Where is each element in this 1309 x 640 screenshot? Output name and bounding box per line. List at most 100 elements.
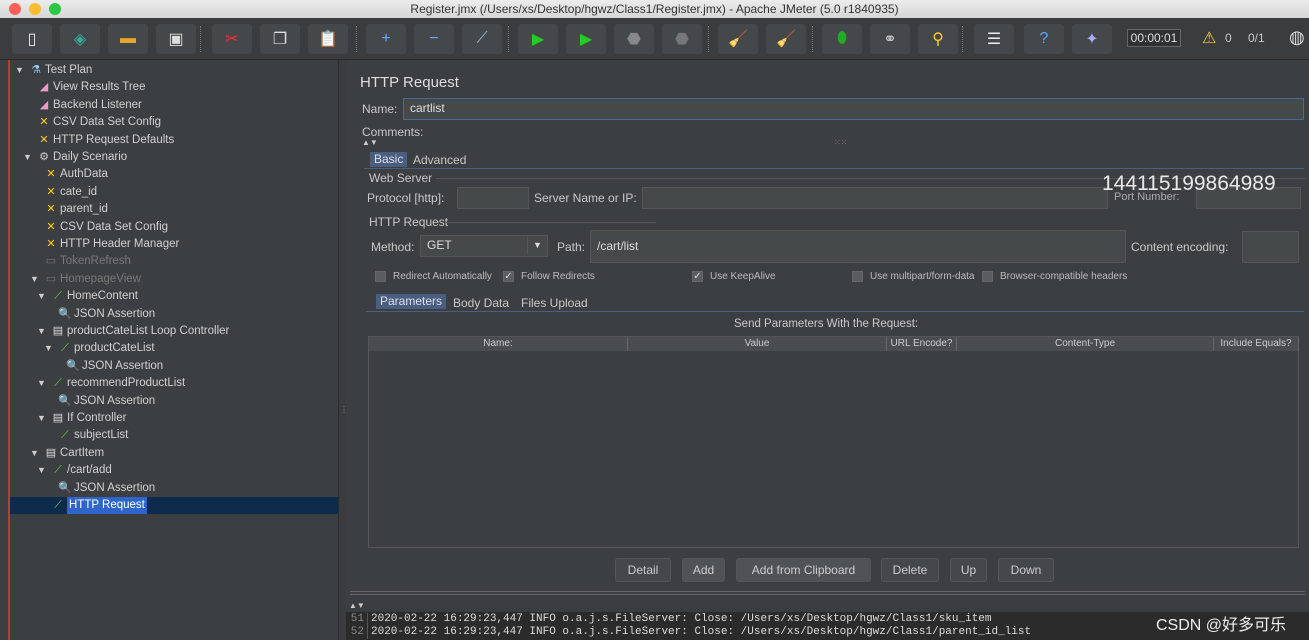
collapse-button[interactable]: − bbox=[414, 24, 454, 54]
start-no-pauses-button[interactable]: ▶ bbox=[566, 24, 606, 54]
line-number: 52 bbox=[346, 626, 368, 639]
copy-button[interactable]: ❐ bbox=[260, 24, 300, 54]
tab-parameters[interactable]: Parameters bbox=[376, 294, 447, 309]
start-button[interactable]: ▶ bbox=[518, 24, 558, 54]
expand-arrow-icon[interactable]: ▼ bbox=[30, 271, 39, 288]
tree-item[interactable]: ◢ Backend Listener bbox=[10, 97, 340, 114]
name-input[interactable]: cartlist bbox=[403, 98, 1304, 120]
method-select[interactable]: GET ▼ bbox=[420, 235, 548, 257]
tree-item[interactable]: ▼ ⟋ /cart/add bbox=[10, 462, 340, 479]
tree-item[interactable]: ⟋ subjectList bbox=[10, 427, 340, 444]
new-button[interactable]: ▯ bbox=[12, 24, 52, 54]
tree-item[interactable]: 🔍 JSON Assertion bbox=[10, 306, 340, 323]
tree-item[interactable]: ▼ ⟋ productCateList bbox=[10, 340, 340, 357]
resize-grip-icon[interactable]: ⁙⁙ bbox=[834, 138, 847, 147]
stop-button[interactable]: ⬣ bbox=[614, 24, 654, 54]
maximize-window-button[interactable] bbox=[49, 3, 61, 15]
minimize-window-button[interactable] bbox=[29, 3, 41, 15]
expand-arrow-icon[interactable]: ▼ bbox=[37, 375, 46, 392]
warning-icon[interactable]: ⚠ bbox=[1202, 28, 1216, 48]
tree-item[interactable]: ◢ View Results Tree bbox=[10, 79, 340, 96]
column-header-url-encode[interactable]: URL Encode? bbox=[887, 337, 957, 351]
tree-item[interactable]: ✕ cate_id bbox=[10, 184, 340, 201]
tree-item[interactable]: ⟋ HTTP Request bbox=[10, 497, 340, 514]
expand-arrow-icon[interactable]: ▼ bbox=[44, 340, 53, 357]
open-button[interactable]: ▬ bbox=[108, 24, 148, 54]
find-button[interactable]: ⚭ bbox=[870, 24, 910, 54]
column-header-value[interactable]: Value bbox=[628, 337, 887, 351]
tree-item[interactable]: ✕ CSV Data Set Config bbox=[10, 219, 340, 236]
add-button[interactable]: Add bbox=[682, 558, 725, 582]
tree-item[interactable]: ▼ ▤ CartItem bbox=[10, 445, 340, 462]
tree-item[interactable]: ✕ HTTP Request Defaults bbox=[10, 132, 340, 149]
column-header-content-type[interactable]: Content-Type bbox=[957, 337, 1214, 351]
column-header-name[interactable]: Name: bbox=[369, 337, 628, 351]
column-header-include-equals[interactable]: Include Equals? bbox=[1214, 337, 1299, 351]
tree-item[interactable]: ✕ AuthData bbox=[10, 166, 340, 183]
tab-advanced[interactable]: Advanced bbox=[409, 153, 470, 168]
remote-button[interactable]: ✦ bbox=[1072, 24, 1112, 54]
tree-item-label: CartItem bbox=[60, 446, 105, 459]
expand-arrow-icon[interactable]: ▼ bbox=[23, 149, 32, 166]
shutdown-button[interactable]: ⬣ bbox=[662, 24, 702, 54]
tree-item[interactable]: ✕ CSV Data Set Config bbox=[10, 114, 340, 131]
tree-item[interactable]: 🔍 JSON Assertion bbox=[10, 358, 340, 375]
tree-item[interactable]: ▼ ▤ productCateList Loop Controller bbox=[10, 323, 340, 340]
cut-button[interactable]: ✂ bbox=[212, 24, 252, 54]
tree-item[interactable]: ▭ TokenRefresh bbox=[10, 253, 340, 270]
tree-item[interactable]: 🔍 JSON Assertion bbox=[10, 480, 340, 497]
save-button[interactable]: ▣ bbox=[156, 24, 196, 54]
tab-files-upload[interactable]: Files Upload bbox=[517, 296, 592, 311]
expand-arrow-icon[interactable]: ▼ bbox=[37, 410, 46, 427]
clear-button[interactable]: 🧹 bbox=[718, 24, 758, 54]
down-button[interactable]: Down bbox=[998, 558, 1054, 582]
server-name-input[interactable] bbox=[642, 187, 1108, 209]
add-from-clipboard-button[interactable]: Add from Clipboard bbox=[736, 558, 871, 582]
collapse-arrows-icon[interactable]: ▲▼ bbox=[362, 138, 378, 147]
tree-item[interactable]: ▼ ⟋ HomeContent bbox=[10, 288, 340, 305]
collapse-arrows-icon[interactable]: ▲▼ bbox=[349, 601, 365, 610]
protocol-input[interactable] bbox=[457, 187, 529, 209]
clear-all-button[interactable]: 🧹 bbox=[766, 24, 806, 54]
expand-arrow-icon[interactable]: ▼ bbox=[37, 462, 46, 479]
search-button[interactable]: ⬮ bbox=[822, 24, 862, 54]
reset-search-button[interactable]: ⚲ bbox=[918, 24, 958, 54]
tree-item[interactable]: ▼ ▭ HomepageView bbox=[10, 271, 340, 288]
help-button[interactable]: ? bbox=[1024, 24, 1064, 54]
tree-item[interactable]: ▼ ⚗ Test Plan bbox=[10, 62, 340, 79]
up-button[interactable]: Up bbox=[950, 558, 987, 582]
splitter-handle[interactable]: ⋮ bbox=[338, 60, 348, 640]
test-plan-tree[interactable]: ▼ ⚗ Test Plan ◢ View Results Tree ◢ Backend Li… bbox=[8, 60, 340, 640]
tree-item[interactable]: 🔍 JSON Assertion bbox=[10, 393, 340, 410]
tab-body-data[interactable]: Body Data bbox=[449, 296, 513, 311]
tree-item[interactable]: ✕ HTTP Header Manager bbox=[10, 236, 340, 253]
detail-button[interactable]: Detail bbox=[615, 558, 671, 582]
path-input[interactable]: /cart/list bbox=[590, 230, 1126, 263]
templates-button[interactable]: ◈ bbox=[60, 24, 100, 54]
tree-item[interactable]: ✕ parent_id bbox=[10, 201, 340, 218]
delete-button[interactable]: Delete bbox=[881, 558, 939, 582]
tree-item[interactable]: ▼ ▤ If Controller bbox=[10, 410, 340, 427]
paste-button[interactable]: 📋 bbox=[308, 24, 348, 54]
remote-status-icon[interactable]: ◍ bbox=[1289, 27, 1305, 48]
content-encoding-input[interactable] bbox=[1242, 231, 1299, 263]
checkbox-follow-redirects[interactable]: ✓ bbox=[503, 271, 514, 282]
function-helper-button[interactable]: ☰ bbox=[974, 24, 1014, 54]
parameters-table[interactable]: Name: Value URL Encode? Content-Type Inc… bbox=[368, 336, 1299, 548]
tab-basic[interactable]: Basic bbox=[370, 152, 408, 167]
toolbar-separator bbox=[508, 26, 509, 52]
close-window-button[interactable] bbox=[9, 3, 21, 15]
checkbox-browser-compatible-headers[interactable] bbox=[982, 271, 993, 282]
tree-item[interactable]: ▼ ⟋ recommendProductList bbox=[10, 375, 340, 392]
checkbox-use-keepalive[interactable]: ✓ bbox=[692, 271, 703, 282]
expand-arrow-icon[interactable]: ▼ bbox=[37, 288, 46, 305]
toggle-button[interactable]: ⟋ bbox=[462, 24, 502, 54]
expand-button[interactable]: + bbox=[366, 24, 406, 54]
expand-arrow-icon[interactable]: ▼ bbox=[30, 445, 39, 462]
checkbox-redirect-automatically[interactable] bbox=[375, 271, 386, 282]
bug-icon: ⬮ bbox=[836, 30, 848, 47]
tree-item[interactable]: ▼ ⚙ Daily Scenario bbox=[10, 149, 340, 166]
checkbox-use-multipart-form-data[interactable] bbox=[852, 271, 863, 282]
expand-arrow-icon[interactable]: ▼ bbox=[15, 62, 24, 79]
expand-arrow-icon[interactable]: ▼ bbox=[37, 323, 46, 340]
